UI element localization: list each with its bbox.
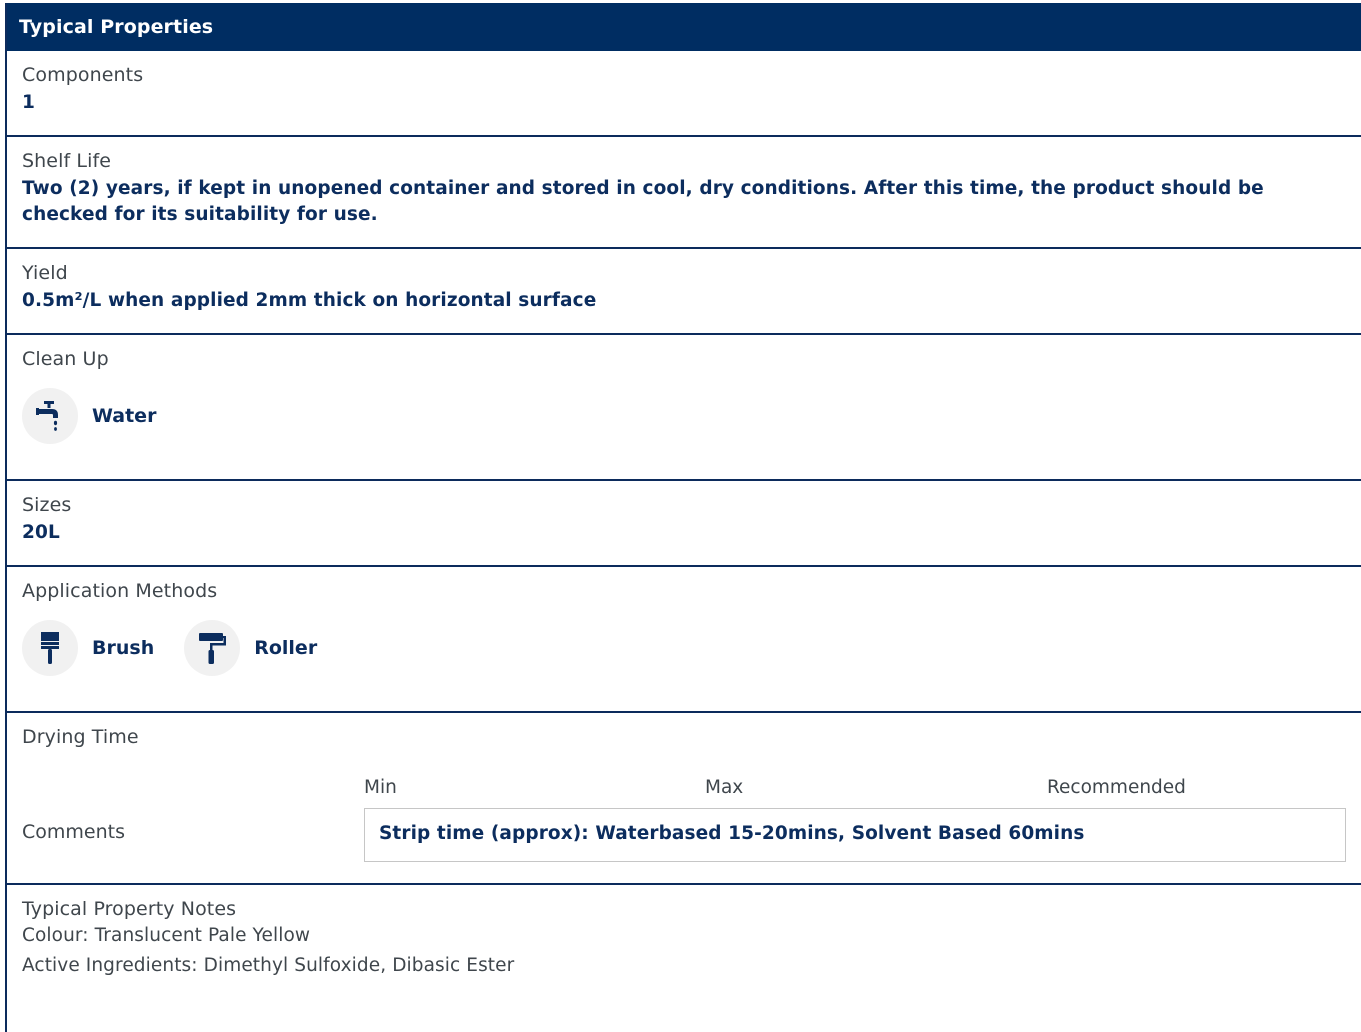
shelf-life-label: Shelf Life <box>22 150 112 172</box>
panel-title: Typical Properties <box>19 16 214 38</box>
sizes-section: Sizes 20L <box>7 481 1361 567</box>
clean-up-label: Clean Up <box>22 348 109 370</box>
yield-value: 0.5m²/L when applied 2mm thick on horizo… <box>22 290 597 311</box>
notes-label: Typical Property Notes <box>22 898 237 920</box>
drying-col-min: Min <box>364 777 397 798</box>
drying-col-recommended: Recommended <box>1047 777 1186 798</box>
sizes-value: 20L <box>22 522 60 543</box>
typical-property-notes-section: Typical Property Notes Colour: Transluce… <box>7 885 1361 1031</box>
yield-section: Yield 0.5m²/L when applied 2mm thick on … <box>7 249 1361 335</box>
clean-up-item-water: Water <box>22 388 156 444</box>
drying-time-section: Drying Time Min Max Recommended Comments… <box>7 713 1361 885</box>
application-method-label: Brush <box>92 637 155 659</box>
application-method-roller: Roller <box>184 620 317 676</box>
components-section: Components 1 <box>7 51 1361 137</box>
drying-col-max: Max <box>705 777 744 798</box>
components-value: 1 <box>22 92 35 113</box>
typical-properties-panel: Typical Properties Components 1 Shelf Li… <box>5 3 1361 1032</box>
yield-label: Yield <box>22 262 68 284</box>
application-methods-list: Brush Roller <box>22 620 1361 676</box>
application-methods-section: Application Methods Brush Roller <box>7 567 1361 713</box>
brush-icon <box>22 620 78 676</box>
note-line: Colour: Translucent Pale Yellow <box>22 925 311 946</box>
tap-water-icon <box>22 388 78 444</box>
roller-icon <box>184 620 241 676</box>
shelf-life-value: Two (2) years, if kept in unopened conta… <box>22 178 1264 225</box>
application-method-label: Roller <box>254 637 318 659</box>
shelf-life-section: Shelf Life Two (2) years, if kept in uno… <box>7 137 1361 249</box>
clean-up-section: Clean Up Water <box>7 335 1361 481</box>
clean-up-item-label: Water <box>92 405 157 427</box>
comments-label: Comments <box>22 821 125 843</box>
application-methods-label: Application Methods <box>22 580 218 602</box>
comments-box: Strip time (approx): Waterbased 15-20min… <box>364 808 1346 862</box>
application-method-brush: Brush <box>22 620 154 676</box>
sizes-label: Sizes <box>22 494 72 516</box>
components-label: Components <box>22 64 144 86</box>
clean-up-methods: Water <box>22 388 1361 444</box>
note-line: Active Ingredients: Dimethyl Sulfoxide, … <box>22 955 515 976</box>
drying-time-grid: Min Max Recommended Comments Strip time … <box>7 713 1361 883</box>
panel-header: Typical Properties <box>7 3 1361 51</box>
